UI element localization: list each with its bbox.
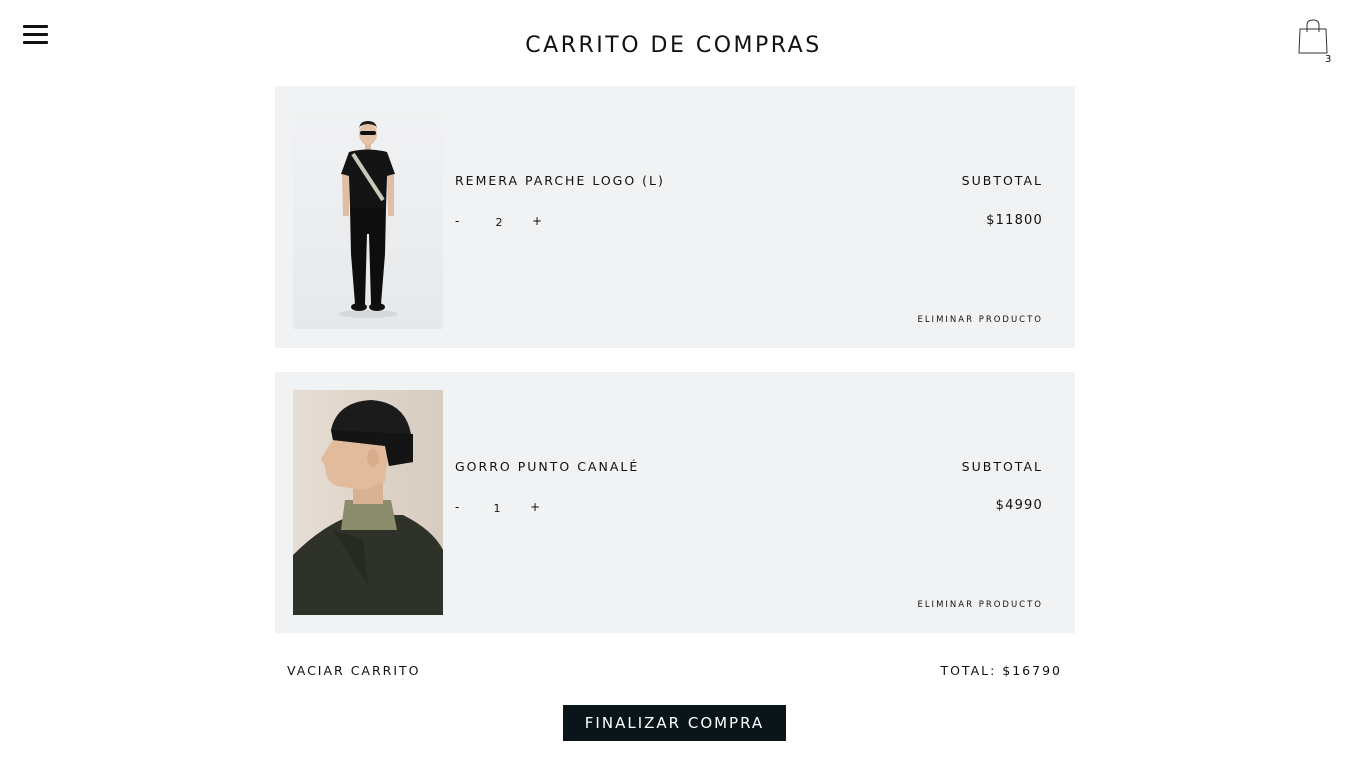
product-name: REMERA PARCHE LOGO (L) [455, 173, 665, 188]
checkout-button[interactable]: FINALIZAR COMPRA [563, 705, 786, 741]
model-beanie-portrait [293, 400, 443, 615]
quantity-value: 2 [495, 216, 503, 229]
cart-total: TOTAL: $16790 [940, 663, 1062, 678]
subtotal-label: SUBTOTAL [961, 459, 1043, 474]
product-image-tshirt[interactable] [293, 104, 443, 329]
page-title: CARRITO DE COMPRAS [525, 33, 822, 58]
decrease-quantity-button[interactable]: - [455, 500, 465, 514]
shopping-bag-graphic [1298, 19, 1328, 54]
subtotal-value: $4990 [995, 498, 1043, 513]
product-name: GORRO PUNTO CANALÉ [455, 459, 640, 474]
cart-count-badge: 3 [1325, 54, 1332, 65]
increase-quantity-button[interactable]: + [532, 214, 544, 228]
model-tshirt-figure [338, 121, 398, 318]
remove-product-link[interactable]: ELIMINAR PRODUCTO [917, 600, 1043, 610]
quantity-value: 1 [493, 502, 501, 515]
remove-product-link[interactable]: ELIMINAR PRODUCTO [917, 315, 1043, 325]
increase-quantity-button[interactable]: + [530, 500, 542, 514]
cart-item: REMERA PARCHE LOGO (L) - 2 + SUBTOTAL $1… [275, 86, 1075, 348]
subtotal-label: SUBTOTAL [961, 173, 1043, 188]
clear-cart-button[interactable]: VACIAR CARRITO [287, 663, 421, 678]
cart-item: GORRO PUNTO CANALÉ - 1 + SUBTOTAL $4990 … [275, 372, 1075, 633]
decrease-quantity-button[interactable]: - [455, 214, 465, 228]
product-image-beanie[interactable] [293, 390, 443, 615]
subtotal-value: $11800 [986, 213, 1043, 228]
menu-bar [23, 25, 48, 28]
